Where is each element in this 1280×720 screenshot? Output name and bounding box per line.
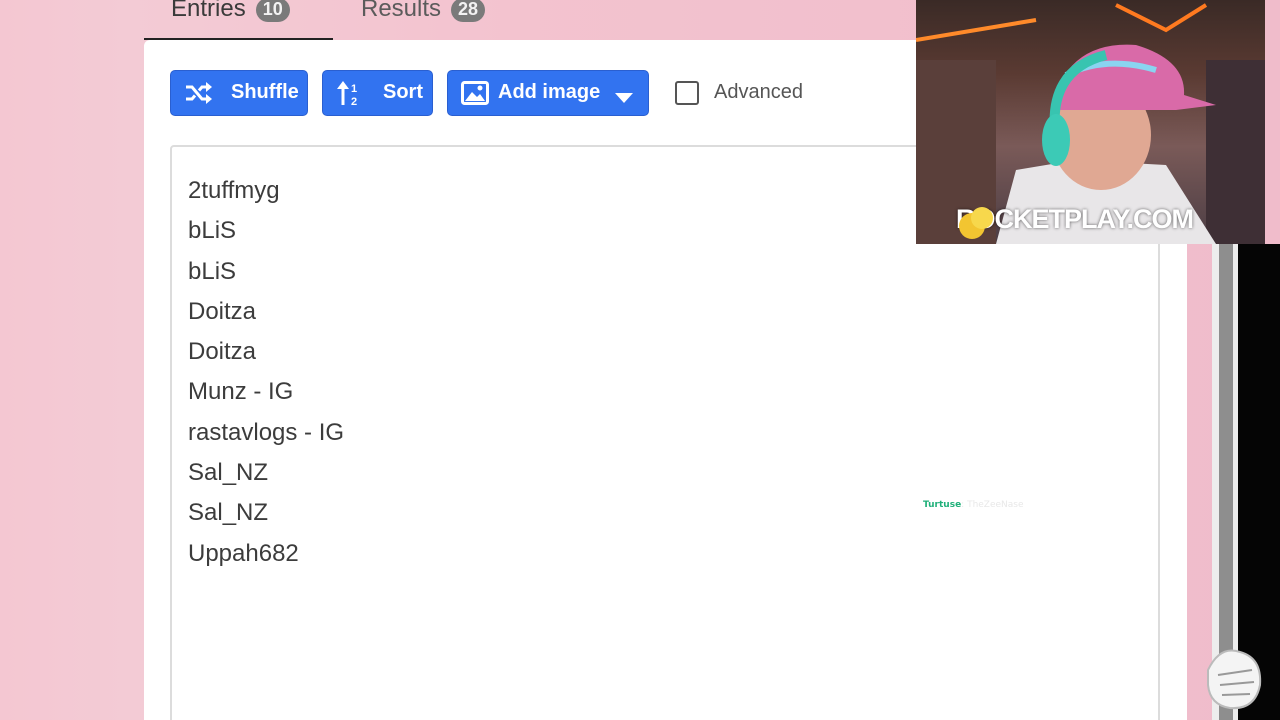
results-count-badge: 28 bbox=[451, 0, 486, 22]
chat-message: Turtuse: TheZeeNase bbox=[923, 500, 1024, 510]
svg-text:2: 2 bbox=[351, 96, 357, 106]
entry-line: Uppah682 bbox=[188, 539, 299, 567]
advanced-label: Advanced bbox=[714, 81, 803, 103]
tab-results[interactable]: Results 28 bbox=[361, 0, 486, 40]
entry-line: bLiS bbox=[188, 257, 237, 285]
tab-entries-label: Entries bbox=[171, 0, 246, 22]
entry-line: Doitza bbox=[188, 297, 257, 325]
shuffle-label: Shuffle bbox=[231, 81, 299, 103]
advanced-checkbox[interactable] bbox=[675, 80, 699, 105]
add-image-label: Add image bbox=[498, 81, 601, 103]
tab-entries[interactable]: Entries 10 bbox=[144, 0, 333, 40]
image-icon bbox=[460, 79, 490, 107]
chevron-down-icon[interactable] bbox=[614, 87, 634, 103]
entry-line: Sal_NZ bbox=[188, 459, 269, 487]
tab-results-label: Results bbox=[361, 0, 442, 22]
entry-line: rastavlogs - IG bbox=[188, 418, 345, 446]
chat-username: Turtuse bbox=[923, 500, 962, 510]
watermark-logo-icon bbox=[1207, 649, 1262, 710]
add-image-button[interactable]: Add image bbox=[447, 69, 649, 116]
advanced-toggle[interactable]: Advanced bbox=[675, 80, 803, 105]
webcam-overlay: ROCKETPLAY.COM bbox=[916, 0, 1265, 244]
entry-line: Munz - IG bbox=[188, 378, 294, 406]
shuffle-button[interactable]: Shuffle bbox=[170, 69, 308, 116]
chat-text: : TheZeeNase bbox=[961, 500, 1024, 510]
sort-button[interactable]: 1 2 Sort bbox=[322, 69, 433, 116]
sponsor-brand: ROCKETPLAY.COM bbox=[956, 204, 1194, 239]
shuffle-icon bbox=[183, 79, 213, 107]
sort-label: Sort bbox=[383, 81, 423, 103]
entries-count-badge: 10 bbox=[255, 0, 290, 22]
svg-text:1: 1 bbox=[351, 83, 357, 95]
tab-bar: Entries 10 Results 28 bbox=[144, 0, 924, 40]
sort-icon: 1 2 bbox=[335, 79, 365, 107]
toolbar: Shuffle 1 2 Sort Add image Advanced bbox=[170, 69, 803, 116]
entry-line: Doitza bbox=[188, 338, 257, 366]
coin-icon bbox=[959, 207, 993, 239]
